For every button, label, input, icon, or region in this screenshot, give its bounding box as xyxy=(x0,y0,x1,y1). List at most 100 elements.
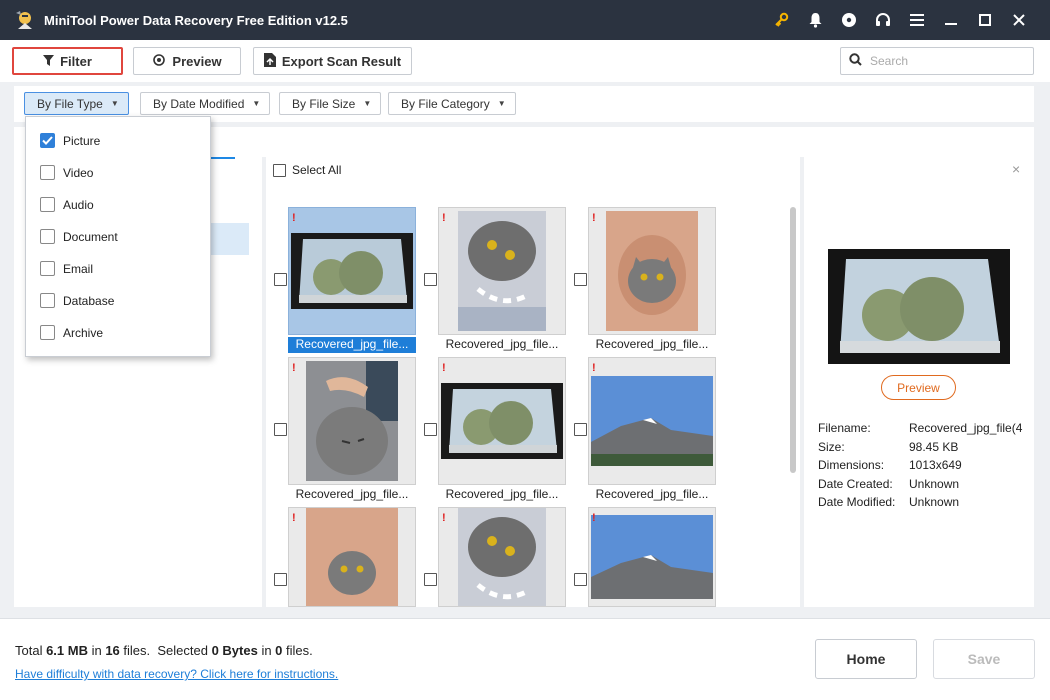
preview-toolbar-button[interactable]: Preview xyxy=(133,47,241,75)
checkbox[interactable] xyxy=(40,197,55,212)
minimize-icon[interactable] xyxy=(934,0,968,40)
file-grid-item[interactable]: ! Recovered_jpg_file... xyxy=(574,207,716,353)
meta-value: 98.45 KB xyxy=(909,439,959,454)
panel-divider[interactable] xyxy=(262,157,266,607)
meta-value: 1013x649 xyxy=(909,458,962,473)
select-all-checkbox[interactable] xyxy=(273,163,286,177)
close-preview-icon[interactable]: × xyxy=(1012,161,1020,177)
panel-divider[interactable] xyxy=(800,157,804,607)
file-type-option-audio[interactable]: Audio xyxy=(40,197,94,212)
file-type-option-video[interactable]: Video xyxy=(40,165,93,180)
file-grid-item[interactable]: ! Recovered_jpg_file... xyxy=(424,207,566,353)
item-checkbox[interactable] xyxy=(424,573,437,586)
file-type-option-document[interactable]: Document xyxy=(40,229,118,244)
summary-text: files. xyxy=(282,643,313,658)
checkbox-checked[interactable] xyxy=(40,133,55,148)
file-grid-item[interactable]: ! Recovered_jpg_file... xyxy=(274,357,416,503)
by-date-modified-dropdown[interactable]: By Date Modified ▼ xyxy=(140,92,271,115)
option-label: Archive xyxy=(63,325,104,340)
notification-bell-icon[interactable] xyxy=(798,0,832,40)
cat-in-hands-photo xyxy=(306,508,398,606)
thumbnail[interactable]: ! xyxy=(588,207,716,335)
summary-text: files. xyxy=(119,643,151,658)
checkbox[interactable] xyxy=(40,325,55,340)
file-type-option-picture[interactable]: Picture xyxy=(40,133,100,148)
by-file-type-label: By File Type xyxy=(37,96,103,111)
file-type-option-email[interactable]: Email xyxy=(40,261,93,276)
warning-icon: ! xyxy=(592,212,596,224)
item-checkbox[interactable] xyxy=(574,273,587,286)
file-name: Recovered_jpg_file... xyxy=(288,337,416,353)
thumbnail[interactable]: ! xyxy=(588,357,716,485)
by-file-category-dropdown[interactable]: By File Category ▼ xyxy=(388,92,516,115)
cat-in-hands-photo xyxy=(606,211,698,331)
maximize-icon[interactable] xyxy=(968,0,1002,40)
select-all[interactable]: Select All xyxy=(273,163,341,177)
key-icon[interactable] xyxy=(764,0,798,40)
file-grid-item[interactable]: ! xyxy=(574,507,716,607)
warning-icon: ! xyxy=(442,512,446,524)
summary-text: Selected xyxy=(150,643,212,658)
export-scan-result-button[interactable]: Export Scan Result xyxy=(253,47,412,75)
filter-button[interactable]: Filter xyxy=(12,47,123,75)
search-input[interactable] xyxy=(870,54,1020,68)
selected-size: 0 Bytes xyxy=(211,643,258,658)
thumbnail[interactable]: ! xyxy=(438,507,566,607)
chevron-down-icon: ▼ xyxy=(363,99,372,108)
file-grid-item[interactable]: ! Recovered_jpg_file... xyxy=(424,357,566,503)
file-grid-item[interactable]: ! Recovered_jpg_file... xyxy=(274,207,416,353)
thumbnail[interactable]: ! xyxy=(588,507,716,607)
thumbnail[interactable]: ! xyxy=(288,357,416,485)
summary-text: in xyxy=(87,643,106,658)
checkbox[interactable] xyxy=(40,261,55,276)
file-grid-item[interactable]: ! xyxy=(424,507,566,607)
option-label: Picture xyxy=(63,133,101,148)
warning-icon: ! xyxy=(592,362,596,374)
app-logo-icon xyxy=(14,9,36,31)
item-checkbox[interactable] xyxy=(574,423,587,436)
item-checkbox[interactable] xyxy=(424,273,437,286)
meta-value: Unknown xyxy=(909,495,960,510)
meta-value: Unknown xyxy=(909,476,960,491)
by-file-type-dropdown[interactable]: By File Type ▼ xyxy=(24,92,129,115)
file-grid-item[interactable]: ! Recovered_jpg_file... xyxy=(574,357,716,503)
save-button[interactable]: Save xyxy=(933,639,1035,679)
cat-petting-photo xyxy=(306,361,398,481)
help-link[interactable]: Have difficulty with data recovery? Clic… xyxy=(15,667,338,681)
thumbnail[interactable]: ! xyxy=(438,357,566,485)
item-checkbox[interactable] xyxy=(274,573,287,586)
close-window-icon[interactable] xyxy=(1002,0,1036,40)
checkbox[interactable] xyxy=(40,165,55,180)
select-all-label: Select All xyxy=(292,163,342,177)
warning-icon: ! xyxy=(292,362,296,374)
item-checkbox[interactable] xyxy=(424,423,437,436)
item-checkbox[interactable] xyxy=(574,573,587,586)
menu-icon[interactable] xyxy=(900,0,934,40)
thumbnail[interactable]: ! xyxy=(288,207,416,335)
chevron-down-icon: ▼ xyxy=(497,99,506,108)
by-file-size-dropdown[interactable]: By File Size ▼ xyxy=(279,92,382,115)
option-label: Email xyxy=(63,261,94,276)
scan-summary: Total 6.1 MB in 16 files. Selected 0 Byt… xyxy=(15,643,313,658)
file-type-option-archive[interactable]: Archive xyxy=(40,325,103,340)
warning-icon: ! xyxy=(442,362,446,374)
grid-scrollbar[interactable] xyxy=(790,207,796,473)
item-checkbox[interactable] xyxy=(274,273,287,286)
search-box[interactable] xyxy=(840,47,1034,75)
file-grid-item[interactable]: ! xyxy=(274,507,416,607)
summary-text: Total xyxy=(15,643,47,658)
option-label: Document xyxy=(63,229,118,244)
item-checkbox[interactable] xyxy=(274,423,287,436)
disc-icon[interactable] xyxy=(832,0,866,40)
thumbnail[interactable]: ! xyxy=(438,207,566,335)
tree-selected-row[interactable] xyxy=(210,223,249,255)
checkbox[interactable] xyxy=(40,293,55,308)
meta-key: Size: xyxy=(818,439,845,454)
thumbnail[interactable]: ! xyxy=(288,507,416,607)
headset-support-icon[interactable] xyxy=(866,0,900,40)
preview-file-button[interactable]: Preview xyxy=(881,375,956,400)
file-type-option-database[interactable]: Database xyxy=(40,293,114,308)
checkbox[interactable] xyxy=(40,229,55,244)
home-button[interactable]: Home xyxy=(815,639,917,679)
preview-toolbar-label: Preview xyxy=(172,53,222,69)
